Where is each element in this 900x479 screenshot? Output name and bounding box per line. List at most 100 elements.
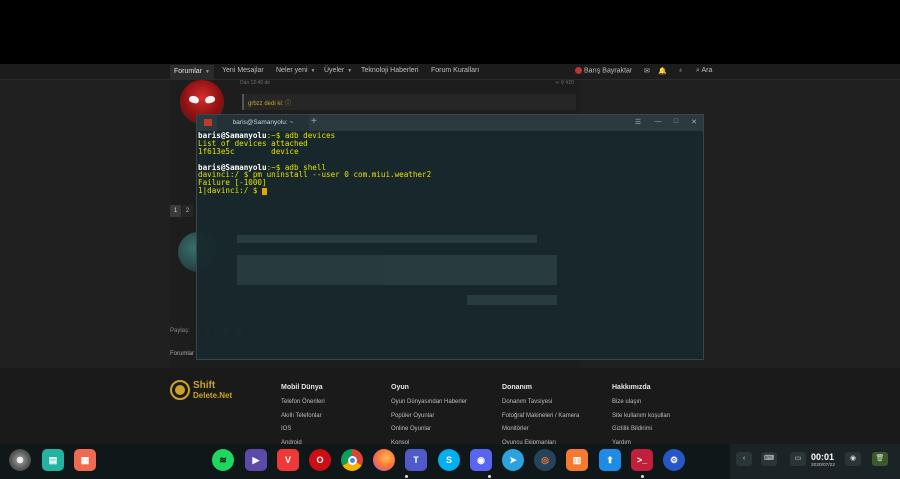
- shiftdelete-logo[interactable]: Shift Delete.Net: [170, 380, 250, 402]
- multitask-icon[interactable]: ▦: [74, 449, 96, 471]
- terminal-line: 1|davinci:/ $: [198, 187, 702, 195]
- terminal-app-icon: [204, 119, 212, 126]
- footer-link[interactable]: Gizlilik Bildirimi: [612, 426, 670, 440]
- breadcrumb[interactable]: Forumlar: [170, 351, 194, 357]
- nav-members-label: Üyeler: [324, 67, 345, 74]
- logo-mark-icon: [170, 380, 190, 400]
- footer-link[interactable]: Akıllı Telefonlar: [281, 413, 325, 427]
- chevron-down-icon: ▼: [310, 68, 316, 74]
- footer-link[interactable]: Online Oyunlar: [391, 426, 467, 440]
- chevron-down-icon: ▼: [347, 68, 353, 74]
- footer-link[interactable]: Monitörler: [502, 426, 579, 440]
- notification-icon[interactable]: ◉: [845, 452, 861, 466]
- chrome-icon[interactable]: [341, 449, 363, 471]
- discord-icon[interactable]: ◉: [470, 449, 492, 471]
- clock-time[interactable]: 00:01: [811, 452, 834, 462]
- logo-text-line1: Shift: [193, 380, 216, 391]
- running-indicator: [641, 475, 644, 478]
- post-actions: ⋖ ⚲ #20: [555, 80, 574, 86]
- app-store-icon[interactable]: ⬆: [599, 449, 621, 471]
- tray-collapse-button[interactable]: ‹: [736, 452, 752, 466]
- post-quote: grbzz dedi ki: ⓘ: [242, 94, 576, 110]
- post-number[interactable]: #20: [566, 80, 574, 86]
- post-meta: Dün 12:49 de ⋖ ⚲ #20: [240, 80, 578, 90]
- nav-forums-label: Forumlar: [174, 68, 203, 75]
- ghost-editor: [237, 255, 557, 285]
- pagination-page-2[interactable]: 2: [182, 205, 193, 217]
- terminal-line: Failure [-1000]: [198, 178, 267, 188]
- kdenlive-icon[interactable]: ▶: [245, 449, 267, 471]
- nav-user-menu[interactable]: Barış Bayraktar: [575, 67, 632, 74]
- launcher-icon[interactable]: [9, 449, 31, 471]
- footer-heading: Oyun: [391, 384, 409, 391]
- nav-forum-rules[interactable]: Forum Kuralları: [431, 67, 479, 74]
- footer-link[interactable]: Bize ulaşın: [612, 399, 670, 413]
- avatar-eye-left: [188, 94, 200, 105]
- close-icon[interactable]: ✕: [689, 118, 699, 126]
- footer-link[interactable]: Oyun Dünyasından Haberler: [391, 399, 467, 413]
- footer-link[interactable]: Popüler Oyunlar: [391, 413, 467, 427]
- nav-user-name: Barış Bayraktar: [584, 67, 633, 75]
- footer-link[interactable]: IOS: [281, 426, 325, 440]
- text-cursor: [262, 187, 268, 195]
- nav-tech-news[interactable]: Teknoloji Haberleri: [361, 67, 419, 74]
- ghost-toolbar: [237, 235, 537, 243]
- footer-link[interactable]: Fotoğraf Makineleri / Kamera: [502, 413, 579, 427]
- user-avatar-icon: [575, 67, 582, 74]
- terminal-icon[interactable]: >_: [631, 449, 653, 471]
- teams-icon[interactable]: T: [405, 449, 427, 471]
- display-icon[interactable]: ▭: [790, 452, 806, 466]
- pagination-page-1[interactable]: 1: [170, 205, 181, 217]
- workspace-icon[interactable]: ▤: [42, 449, 64, 471]
- telegram-icon[interactable]: ➤: [502, 449, 524, 471]
- running-indicator: [488, 475, 491, 478]
- vivaldi-icon[interactable]: V: [277, 449, 299, 471]
- clock-date[interactable]: 2020/07/22: [811, 463, 835, 468]
- nav-search[interactable]: ⌕ Ara: [696, 67, 712, 75]
- footer-heading: Donanım: [502, 384, 532, 391]
- background-reflection: [237, 235, 577, 325]
- forum-navbar: Forumlar ▼ Yeni Mesajlar Neler yeni ▼ Üyel…: [0, 64, 900, 80]
- terminal-output[interactable]: baris@Samanyolu:~$ adb devices List of d…: [198, 132, 702, 195]
- nav-new-messages[interactable]: Yeni Mesajlar: [222, 67, 264, 74]
- nav-whats-new[interactable]: Neler yeni ▼: [276, 67, 315, 74]
- settings-icon[interactable]: ⚙: [663, 449, 685, 471]
- footer-link[interactable]: Telefon Önerileri: [281, 399, 325, 413]
- nav-search-label: Ara: [701, 67, 713, 74]
- blender-icon[interactable]: ◎: [534, 449, 556, 471]
- spotify-icon[interactable]: ≋: [212, 449, 234, 471]
- ghost-buttons: [467, 295, 557, 305]
- logo-text-line2: Delete.Net: [193, 391, 233, 400]
- firefox-icon[interactable]: [373, 449, 395, 471]
- terminal-window[interactable]: baris@Samanyolu: ~ + ☰ — □ ✕ baris@Saman…: [196, 114, 704, 360]
- nav-members[interactable]: Üyeler ▼: [324, 67, 352, 74]
- lightbulb-icon[interactable]: ♁: [678, 67, 683, 74]
- chevron-down-icon: ▼: [205, 69, 210, 75]
- trash-icon[interactable]: 🗑: [872, 452, 888, 466]
- new-tab-icon[interactable]: +: [311, 116, 317, 127]
- footer-column-games: Oyun Oyun Dünyasından Haberler Popüler O…: [391, 384, 467, 453]
- minimize-icon[interactable]: —: [653, 118, 663, 125]
- alerts-icon[interactable]: 🔔: [658, 67, 667, 75]
- footer-column-about: Hakkımızda Bize ulaşın Site kullanım koş…: [612, 384, 670, 453]
- maximize-icon[interactable]: □: [671, 118, 681, 125]
- software-store-icon[interactable]: ▥: [566, 449, 588, 471]
- opera-icon[interactable]: O: [309, 449, 331, 471]
- inbox-icon[interactable]: ✉: [644, 67, 650, 75]
- footer-link[interactable]: Site kullanım koşulları: [612, 413, 670, 427]
- footer-heading: Hakkımızda: [612, 384, 651, 391]
- keyboard-icon[interactable]: ⌨: [761, 452, 777, 466]
- terminal-line: 1f613e5c device: [198, 146, 299, 156]
- nav-whats-new-label: Neler yeni: [276, 67, 308, 74]
- footer-column-hardware: Donanım Donanım Tavsiyesi Fotoğraf Makin…: [502, 384, 579, 453]
- footer-heading: Mobil Dünya: [281, 384, 323, 391]
- menu-icon[interactable]: ☰: [633, 118, 643, 126]
- terminal-tab[interactable]: baris@Samanyolu: ~: [217, 115, 309, 131]
- post-date[interactable]: Dün 12:49 de: [240, 80, 270, 86]
- terminal-titlebar[interactable]: baris@Samanyolu: ~ + ☰ — □ ✕: [197, 115, 703, 131]
- avatar-eye-right: [204, 94, 216, 105]
- quote-author[interactable]: grbzz dedi ki: ⓘ: [248, 101, 291, 107]
- nav-forums[interactable]: Forumlar ▼: [170, 65, 214, 79]
- footer-link[interactable]: Donanım Tavsiyesi: [502, 399, 579, 413]
- skype-icon[interactable]: S: [438, 449, 460, 471]
